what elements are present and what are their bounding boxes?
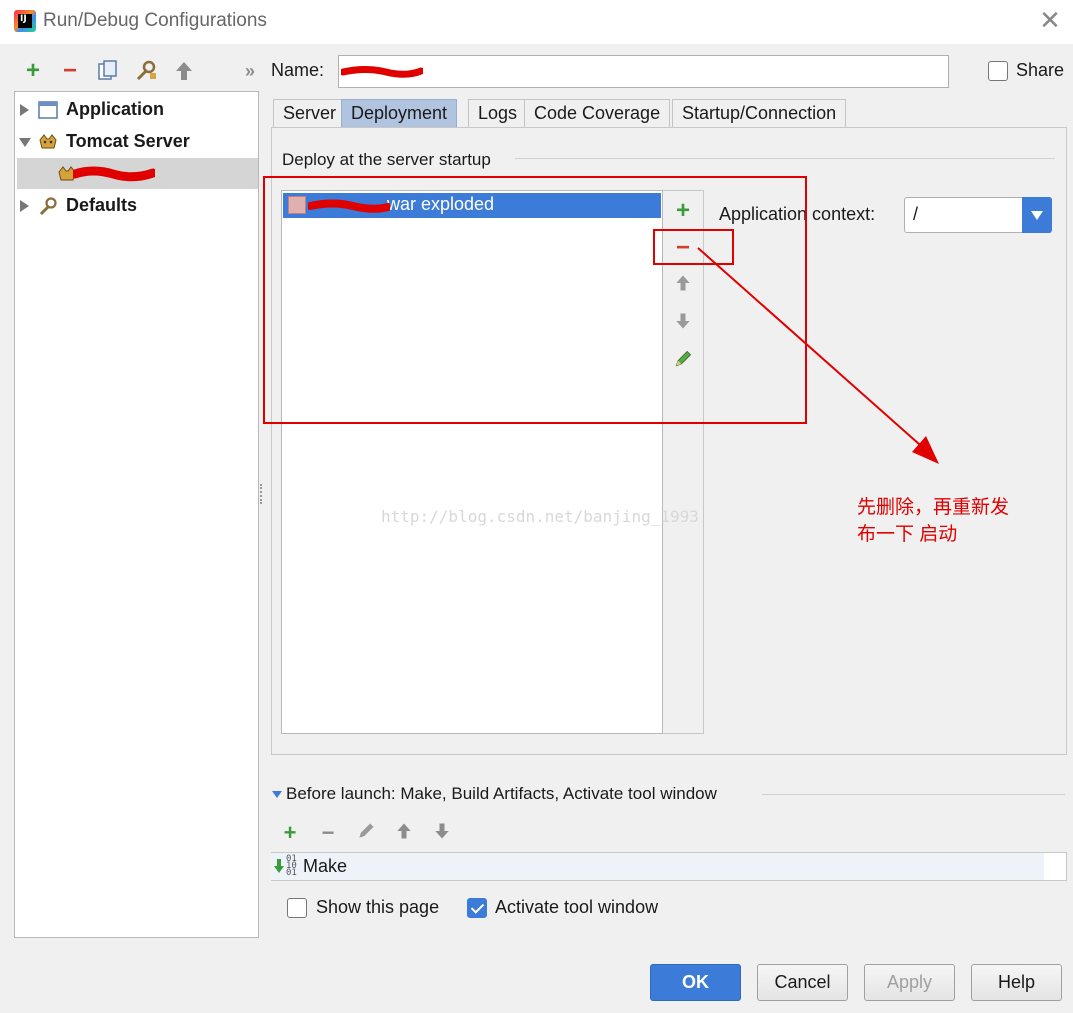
close-icon[interactable]: ✕ [1037, 7, 1063, 34]
before-launch-item-label: Make [303, 856, 348, 876]
arrow-down-icon [435, 823, 449, 839]
add-configuration-button[interactable]: + [21, 59, 45, 83]
collapse-arrow-icon[interactable] [272, 791, 282, 798]
watermark: http://blog.csdn.net/banjing_1993 [381, 507, 699, 526]
arrow-up-icon [176, 62, 192, 80]
show-page-checkbox[interactable] [287, 898, 307, 918]
share-label: Share [1016, 60, 1065, 80]
annotation-arrow [697, 247, 939, 464]
move-down-before-launch-button[interactable] [430, 821, 454, 845]
add-before-launch-button[interactable]: + [278, 821, 302, 845]
show-page-label: Show this page [316, 897, 440, 917]
intellij-app-icon: IJ [14, 10, 36, 32]
splitter-handle[interactable] [260, 484, 265, 504]
tab-code-coverage[interactable]: Code Coverage [524, 99, 671, 128]
annotation-line: 先删除，再重新发 [857, 497, 1010, 518]
tab-deployment[interactable]: Deployment [341, 99, 458, 128]
wrench-icon [136, 60, 156, 81]
tree-item-tomcat-config[interactable] [17, 158, 258, 189]
move-up-button[interactable] [172, 59, 196, 83]
remove-before-launch-button[interactable]: − [316, 821, 340, 845]
annotation-line: 布一下 启动 [857, 524, 958, 545]
more-actions-icon[interactable]: » [238, 59, 262, 83]
app-icon-letters: IJ [20, 14, 27, 24]
collapse-arrow-icon[interactable] [19, 138, 31, 147]
application-icon [38, 101, 58, 119]
application-context-value: / [913, 204, 919, 224]
move-up-before-launch-button[interactable] [392, 821, 416, 845]
cancel-button[interactable]: Cancel [757, 964, 848, 1001]
tomcat-icon [39, 134, 57, 149]
make-icon-digits: 01 10 01 [286, 854, 297, 878]
apply-button[interactable]: Apply [864, 964, 955, 1001]
name-field[interactable] [338, 55, 949, 88]
configuration-tree: Application Tomcat Server Defaults [14, 91, 259, 938]
make-icon: 01 10 01 [274, 854, 298, 878]
redaction-mark [341, 66, 423, 78]
share-checkbox[interactable] [988, 61, 1008, 81]
chevron-down-icon[interactable] [1022, 197, 1052, 233]
ok-button[interactable]: OK [650, 964, 741, 1001]
arrow-up-icon [397, 823, 411, 839]
tab-startup-connection[interactable]: Startup/Connection [672, 99, 847, 128]
wrench-icon [39, 197, 57, 216]
section-divider [515, 158, 1055, 159]
make-arrow-icon [274, 859, 284, 873]
add-icon: + [25, 57, 40, 84]
edit-before-launch-button[interactable] [354, 821, 378, 845]
name-label: Name: [271, 60, 325, 80]
redaction-mark [73, 166, 155, 182]
activate-tool-window-checkbox[interactable] [467, 898, 487, 918]
before-launch-item-make[interactable]: Make [271, 853, 1044, 880]
tree-label-tomcat-server: Tomcat Server [66, 131, 190, 151]
section-divider [762, 794, 1065, 795]
remove-configuration-button[interactable]: − [58, 59, 82, 83]
window-title: Run/Debug Configurations [43, 10, 267, 31]
expand-arrow-icon[interactable] [20, 104, 29, 116]
tree-item-defaults[interactable]: Defaults [15, 191, 258, 221]
tab-server[interactable]: Server [273, 99, 347, 128]
copy-icon [98, 60, 117, 80]
tree-item-tomcat-server[interactable]: Tomcat Server [15, 127, 258, 157]
activate-tool-window-label: Activate tool window [495, 897, 659, 917]
pencil-icon [359, 823, 374, 838]
help-button[interactable]: Help [971, 964, 1062, 1001]
copy-configuration-button[interactable] [96, 59, 120, 83]
title-bar: IJ Run/Debug Configurations ✕ [0, 0, 1073, 44]
tree-item-application[interactable]: Application [15, 95, 258, 125]
deploy-section-title: Deploy at the server startup [282, 150, 491, 169]
tab-logs[interactable]: Logs [468, 99, 528, 128]
edit-defaults-button[interactable] [134, 59, 158, 83]
tree-label-application: Application [66, 99, 164, 119]
expand-arrow-icon[interactable] [20, 200, 29, 212]
tree-label-defaults: Defaults [66, 195, 138, 215]
remove-icon: − [62, 57, 77, 84]
annotation-note: 先删除，再重新发 布一下 启动 [857, 494, 1047, 548]
before-launch-title[interactable]: Before launch: Make, Build Artifacts, Ac… [286, 784, 717, 804]
